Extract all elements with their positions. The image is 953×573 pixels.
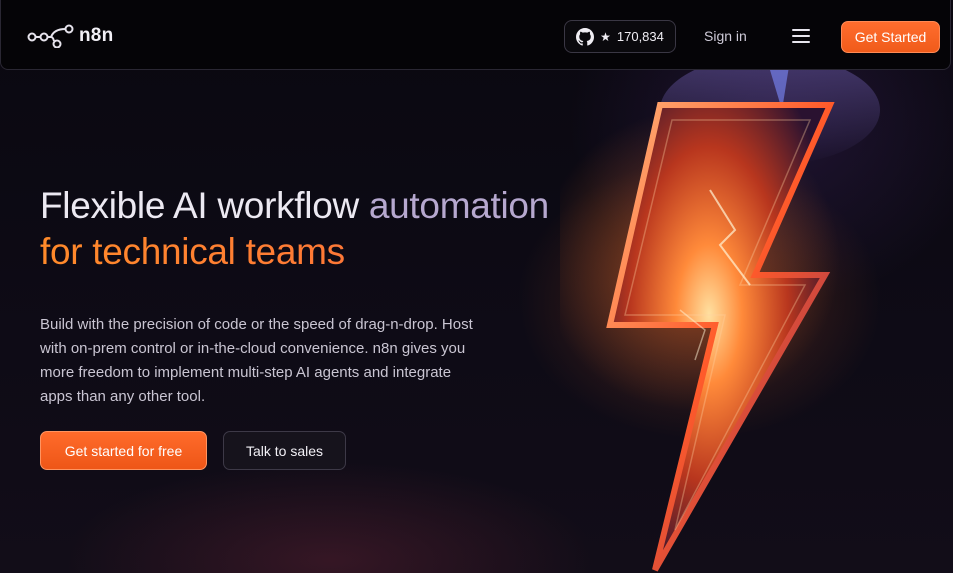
logo-text: n8n: [79, 25, 114, 46]
hero-title-part1: Flexible AI workflow: [40, 185, 369, 226]
top-navigation: n8n ★ 170,834 Sign in Get Started: [0, 0, 951, 70]
get-started-free-button[interactable]: Get started for free: [40, 431, 207, 470]
github-icon: [576, 27, 595, 46]
hero-title: Flexible AI workflow automation for tech…: [40, 183, 549, 275]
github-star-count: 170,834: [616, 29, 664, 44]
get-started-button[interactable]: Get Started: [841, 21, 940, 53]
n8n-logo[interactable]: n8n: [27, 23, 113, 49]
sign-in-link[interactable]: Sign in: [704, 28, 747, 44]
hero-title-accent: automation: [368, 185, 549, 226]
github-stars-button[interactable]: ★ 170,834: [564, 20, 676, 53]
hero-title-line2: for technical teams: [40, 229, 549, 275]
hamburger-menu-icon[interactable]: [792, 29, 810, 43]
star-icon: ★: [600, 29, 611, 44]
talk-to-sales-button[interactable]: Talk to sales: [223, 431, 346, 470]
n8n-logo-icon: [27, 24, 74, 48]
lightning-bolt-icon: [560, 70, 880, 572]
hero-description: Build with the precision of code or the …: [40, 316, 473, 405]
